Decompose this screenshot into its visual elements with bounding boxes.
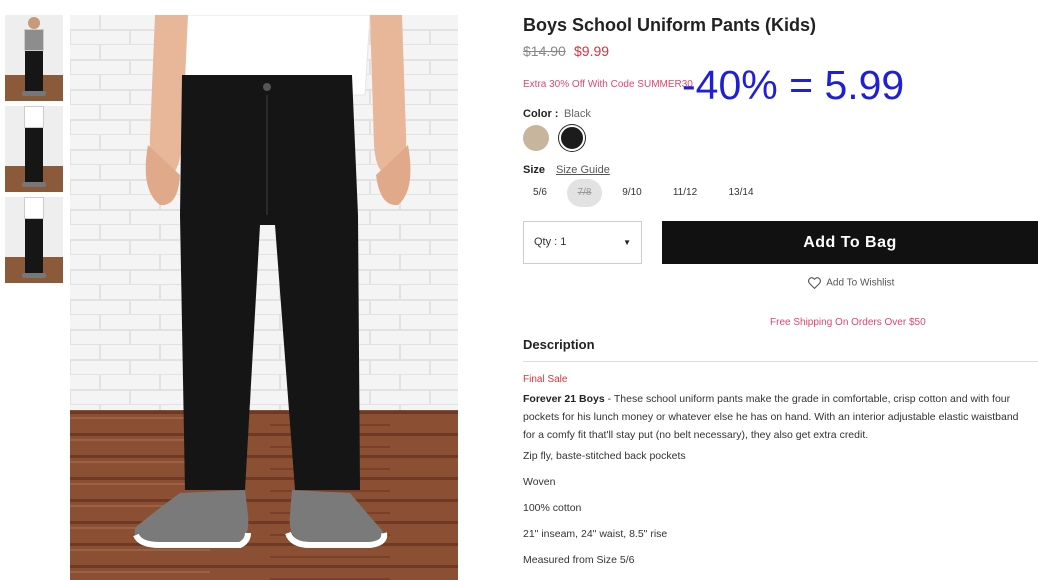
- brand-name: Forever 21 Boys: [523, 393, 605, 405]
- description-heading: Description: [523, 337, 595, 352]
- add-to-wishlist-link[interactable]: Add To Wishlist: [808, 277, 895, 290]
- color-label: Color :: [523, 108, 559, 120]
- swatch-black[interactable]: [559, 125, 585, 151]
- thumbnail-3[interactable]: [5, 197, 63, 283]
- thumb-shoes: [22, 273, 46, 278]
- detail-item: Zip fly, baste-stitched back pockets: [523, 450, 686, 462]
- divider: [523, 361, 1038, 362]
- size-option-7-8[interactable]: 7/8: [567, 179, 602, 207]
- thumb-body: [24, 106, 44, 128]
- thumb-legs: [25, 128, 43, 182]
- thumb-shoes: [22, 182, 46, 187]
- thumb-legs: [25, 51, 43, 91]
- size-label: Size: [523, 164, 546, 176]
- detail-item: 21" inseam, 24" waist, 8.5" rise: [523, 528, 668, 540]
- size-option-11-12[interactable]: 11/12: [664, 179, 706, 207]
- promo-code-text: Extra 30% Off With Code SUMMER30: [523, 79, 693, 90]
- thumbnail-1[interactable]: [5, 15, 63, 101]
- thumbnail-2[interactable]: [5, 106, 63, 192]
- thumb-body: [24, 197, 44, 219]
- swatch-tan[interactable]: [523, 125, 549, 151]
- size-option-9-10[interactable]: 9/10: [612, 179, 652, 207]
- main-product-image: [70, 15, 458, 580]
- heart-icon: [808, 277, 826, 290]
- size-option-13-14[interactable]: 13/14: [720, 179, 762, 207]
- final-sale-label: Final Sale: [523, 374, 568, 385]
- detail-item: 100% cotton: [523, 502, 582, 514]
- thumb-legs: [25, 219, 43, 273]
- product-title: Boys School Uniform Pants (Kids): [523, 15, 817, 35]
- detail-item: Woven: [523, 476, 556, 488]
- discount-overlay-note: -40% = 5.99: [682, 62, 905, 108]
- original-price: $14.90: [523, 43, 566, 59]
- wishlist-label: Add To Wishlist: [826, 277, 895, 289]
- size-guide-link[interactable]: Size Guide: [556, 164, 610, 176]
- detail-item: Measured from Size 5/6: [523, 554, 635, 566]
- quantity-value: Qty : 1: [534, 236, 567, 248]
- add-to-bag-button[interactable]: Add To Bag: [662, 221, 1038, 264]
- description-body: Forever 21 Boys - These school uniform p…: [523, 390, 1033, 444]
- thumb-shoes: [22, 91, 46, 96]
- thumbnail-list: [5, 15, 63, 288]
- chevron-down-icon: ▼: [623, 238, 631, 247]
- size-option-5-6[interactable]: 5/6: [523, 179, 557, 207]
- thumb-head: [28, 17, 40, 29]
- sale-price: $9.99: [574, 43, 610, 59]
- thumb-body: [24, 29, 44, 51]
- quantity-select[interactable]: Qty : 1 ▼: [523, 221, 642, 264]
- color-selected-value: Black: [564, 108, 591, 120]
- free-shipping-note: Free Shipping On Orders Over $50: [770, 317, 926, 328]
